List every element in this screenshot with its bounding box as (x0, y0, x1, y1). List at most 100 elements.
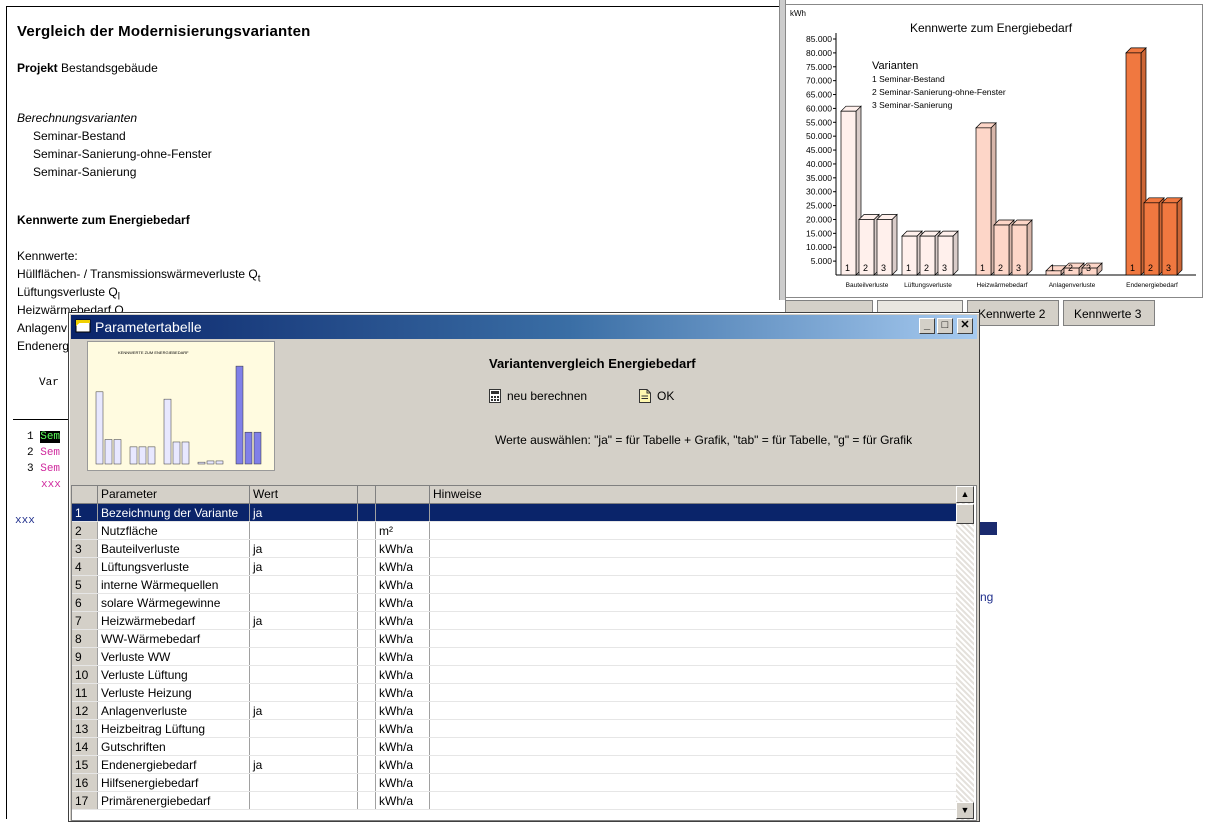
recalculate-button[interactable]: neu berechnen (489, 389, 587, 403)
row-unit[interactable]: kWh/a (376, 756, 430, 774)
row-parameter[interactable]: Lüftungsverluste (98, 558, 250, 576)
row-hinweis[interactable] (430, 540, 956, 558)
row-blank[interactable] (358, 774, 376, 792)
ok-button[interactable]: OK (639, 389, 674, 403)
row-unit[interactable]: kWh/a (376, 612, 430, 630)
row-hinweis[interactable] (430, 630, 956, 648)
row-hinweis[interactable] (430, 702, 956, 720)
table-row[interactable]: 3 Bauteilverluste ja kWh/a (72, 540, 956, 558)
row-unit[interactable]: kWh/a (376, 684, 430, 702)
row-blank[interactable] (358, 540, 376, 558)
row-wert[interactable] (250, 738, 358, 756)
row-hinweis[interactable] (430, 720, 956, 738)
row-wert[interactable] (250, 792, 358, 810)
row-hinweis[interactable] (430, 738, 956, 756)
table-row[interactable]: 12 Anlagenverluste ja kWh/a (72, 702, 956, 720)
row-wert[interactable]: ja (250, 540, 358, 558)
row-unit[interactable]: kWh/a (376, 594, 430, 612)
scroll-down-button[interactable]: ▼ (956, 802, 974, 819)
row-blank[interactable] (358, 792, 376, 810)
row-wert[interactable] (250, 630, 358, 648)
row-hinweis[interactable] (430, 522, 956, 540)
row-unit[interactable]: kWh/a (376, 648, 430, 666)
maximize-button[interactable]: □ (937, 318, 953, 334)
row-hinweis[interactable] (430, 594, 956, 612)
row-parameter[interactable]: Heizbeitrag Lüftung (98, 720, 250, 738)
row-unit[interactable]: kWh/a (376, 702, 430, 720)
row-hinweis[interactable] (430, 774, 956, 792)
table-row[interactable]: 16 Hilfsenergiebedarf kWh/a (72, 774, 956, 792)
row-wert[interactable] (250, 522, 358, 540)
row-wert[interactable] (250, 774, 358, 792)
row-parameter[interactable]: Endenergiebedarf (98, 756, 250, 774)
vertical-scrollbar[interactable]: ▲ ▼ (956, 486, 974, 820)
row-wert[interactable]: ja (250, 756, 358, 774)
row-parameter[interactable]: solare Wärmegewinne (98, 594, 250, 612)
table-row[interactable]: 5 interne Wärmequellen kWh/a (72, 576, 956, 594)
row-blank[interactable] (358, 594, 376, 612)
column-header-wert[interactable]: Wert (250, 486, 358, 503)
table-row[interactable]: 14 Gutschriften kWh/a (72, 738, 956, 756)
column-header-blank[interactable] (358, 486, 376, 503)
row-parameter[interactable]: Nutzfläche (98, 522, 250, 540)
row-parameter[interactable]: Anlagenverluste (98, 702, 250, 720)
row-unit[interactable]: kWh/a (376, 540, 430, 558)
table-row[interactable]: 8 WW-Wärmebedarf kWh/a (72, 630, 956, 648)
row-wert[interactable] (250, 666, 358, 684)
row-hinweis[interactable] (430, 504, 956, 522)
row-parameter[interactable]: Verluste Lüftung (98, 666, 250, 684)
row-wert[interactable]: ja (250, 504, 358, 522)
row-parameter[interactable]: Primärenergiebedarf (98, 792, 250, 810)
row-hinweis[interactable] (430, 684, 956, 702)
row-unit[interactable]: kWh/a (376, 630, 430, 648)
minimize-button[interactable]: _ (919, 318, 935, 334)
column-header-unit[interactable] (376, 486, 430, 503)
row-unit[interactable] (376, 504, 430, 522)
row-wert[interactable] (250, 594, 358, 612)
table-row[interactable]: 17 Primärenergiebedarf kWh/a (72, 792, 956, 810)
column-header-parameter[interactable]: Parameter (98, 486, 250, 503)
column-header-hinweise[interactable]: Hinweise (430, 486, 956, 503)
row-parameter[interactable]: WW-Wärmebedarf (98, 630, 250, 648)
row-unit[interactable]: kWh/a (376, 666, 430, 684)
row-wert[interactable] (250, 648, 358, 666)
scroll-up-button[interactable]: ▲ (956, 486, 974, 503)
row-blank[interactable] (358, 756, 376, 774)
tab-kennwerte-2[interactable]: Kennwerte 2 (967, 300, 1059, 326)
row-blank[interactable] (358, 720, 376, 738)
tab-kennwerte-3[interactable]: Kennwerte 3 (1063, 300, 1155, 326)
row-wert[interactable] (250, 720, 358, 738)
row-parameter[interactable]: Bezeichnung der Variante (98, 504, 250, 522)
row-hinweis[interactable] (430, 756, 956, 774)
table-row[interactable]: 9 Verluste WW kWh/a (72, 648, 956, 666)
row-blank[interactable] (358, 558, 376, 576)
dialog-titlebar[interactable]: Parametertabelle _ □ ✕ (71, 315, 977, 339)
row-hinweis[interactable] (430, 558, 956, 576)
scroll-thumb[interactable] (956, 504, 974, 524)
table-row[interactable]: 2 Nutzfläche m² (72, 522, 956, 540)
row-blank[interactable] (358, 648, 376, 666)
row-hinweis[interactable] (430, 666, 956, 684)
table-row[interactable]: 10 Verluste Lüftung kWh/a (72, 666, 956, 684)
row-wert[interactable]: ja (250, 702, 358, 720)
row-unit[interactable]: kWh/a (376, 738, 430, 756)
table-row[interactable]: 13 Heizbeitrag Lüftung kWh/a (72, 720, 956, 738)
row-blank[interactable] (358, 504, 376, 522)
row-wert[interactable]: ja (250, 612, 358, 630)
row-blank[interactable] (358, 684, 376, 702)
row-blank[interactable] (358, 522, 376, 540)
close-button[interactable]: ✕ (957, 318, 973, 334)
row-parameter[interactable]: Gutschriften (98, 738, 250, 756)
table-row[interactable]: 11 Verluste Heizung kWh/a (72, 684, 956, 702)
row-unit[interactable]: kWh/a (376, 558, 430, 576)
row-parameter[interactable]: Verluste WW (98, 648, 250, 666)
row-blank[interactable] (358, 630, 376, 648)
row-parameter[interactable]: Heizwärmebedarf (98, 612, 250, 630)
row-wert[interactable] (250, 684, 358, 702)
row-parameter[interactable]: Hilfsenergiebedarf (98, 774, 250, 792)
row-parameter[interactable]: Verluste Heizung (98, 684, 250, 702)
row-hinweis[interactable] (430, 612, 956, 630)
table-row[interactable]: 6 solare Wärmegewinne kWh/a (72, 594, 956, 612)
row-hinweis[interactable] (430, 792, 956, 810)
row-parameter[interactable]: interne Wärmequellen (98, 576, 250, 594)
